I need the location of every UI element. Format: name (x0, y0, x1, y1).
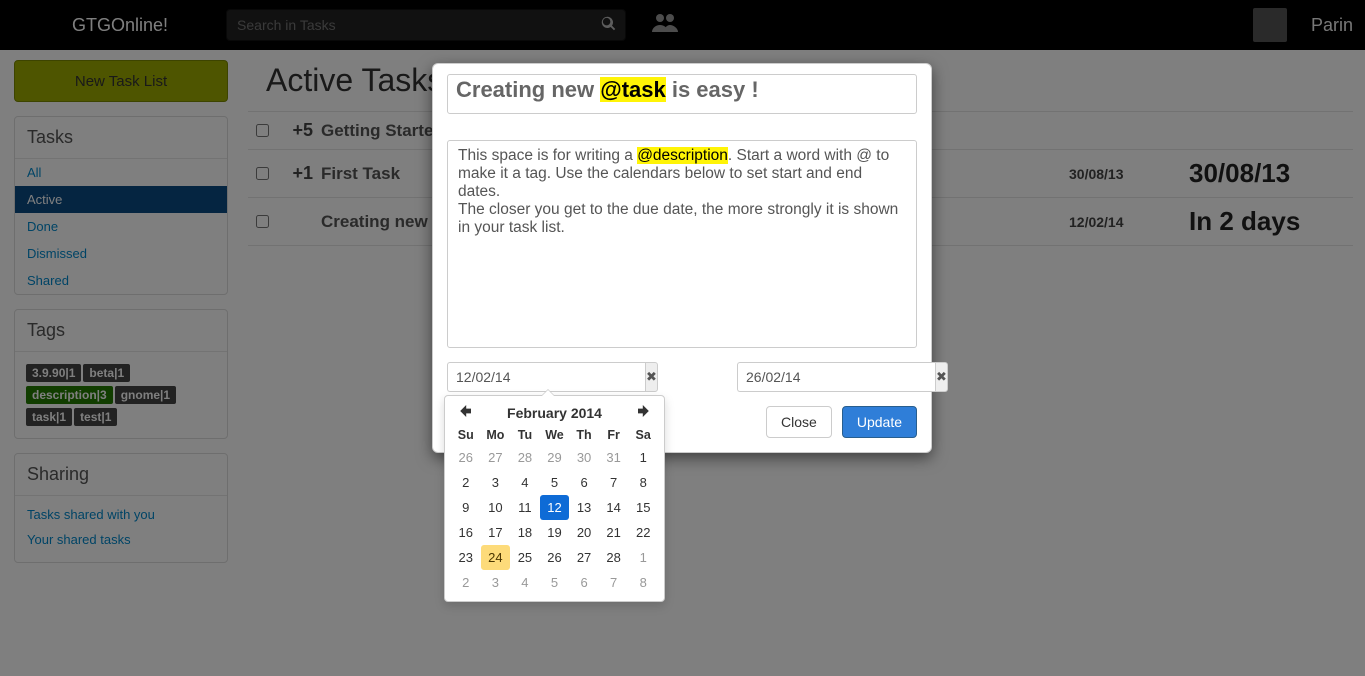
datepicker-day[interactable]: 9 (451, 495, 481, 520)
datepicker-day[interactable]: 25 (510, 545, 540, 570)
datepicker-day[interactable]: 1 (628, 445, 658, 470)
datepicker-day[interactable]: 15 (628, 495, 658, 520)
datepicker-day[interactable]: 27 (481, 445, 511, 470)
datepicker-day[interactable]: 13 (569, 495, 599, 520)
end-date-input[interactable] (737, 362, 935, 392)
datepicker-dow: Th (569, 425, 599, 445)
datepicker-dow: Sa (628, 425, 658, 445)
datepicker-day[interactable]: 1 (628, 545, 658, 570)
datepicker-dow: We (540, 425, 570, 445)
datepicker-dow: Tu (510, 425, 540, 445)
datepicker-day[interactable]: 21 (599, 520, 629, 545)
desc-line2: The closer you get to the due date, the … (458, 201, 898, 236)
datepicker-day[interactable]: 28 (599, 545, 629, 570)
datepicker-day[interactable]: 14 (599, 495, 629, 520)
datepicker-day[interactable]: 7 (599, 470, 629, 495)
datepicker-day[interactable]: 18 (510, 520, 540, 545)
title-tag: @task (600, 77, 665, 102)
task-title-input[interactable]: Creating new @task is easy ! (447, 74, 917, 114)
next-month-icon[interactable] (634, 404, 654, 421)
datepicker-day[interactable]: 24 (481, 545, 511, 570)
datepicker-day[interactable]: 19 (540, 520, 570, 545)
datepicker-day[interactable]: 4 (510, 470, 540, 495)
datepicker-day[interactable]: 8 (628, 470, 658, 495)
datepicker-day[interactable]: 5 (540, 470, 570, 495)
datepicker-day[interactable]: 16 (451, 520, 481, 545)
start-date-group: ✖ (447, 362, 627, 392)
datepicker-day[interactable]: 29 (540, 445, 570, 470)
datepicker-day[interactable]: 6 (569, 570, 599, 595)
datepicker-day[interactable]: 8 (628, 570, 658, 595)
end-date-clear-button[interactable]: ✖ (935, 362, 948, 392)
desc-tag: @description (637, 147, 728, 164)
end-date-group: ✖ (737, 362, 917, 392)
datepicker-day[interactable]: 23 (451, 545, 481, 570)
datepicker-day[interactable]: 4 (510, 570, 540, 595)
datepicker-day[interactable]: 11 (510, 495, 540, 520)
datepicker-day[interactable]: 5 (540, 570, 570, 595)
datepicker-day[interactable]: 3 (481, 570, 511, 595)
datepicker-day[interactable]: 30 (569, 445, 599, 470)
datepicker-title[interactable]: February 2014 (475, 405, 634, 421)
datepicker-day[interactable]: 26 (540, 545, 570, 570)
datepicker-day[interactable]: 10 (481, 495, 511, 520)
datepicker-day[interactable]: 28 (510, 445, 540, 470)
desc-pre: This space is for writing a (458, 147, 637, 164)
title-post: is easy ! (666, 77, 759, 102)
datepicker-dow: Su (451, 425, 481, 445)
datepicker-dow: Mo (481, 425, 511, 445)
title-pre: Creating new (456, 77, 600, 102)
datepicker-day[interactable]: 26 (451, 445, 481, 470)
datepicker-day[interactable]: 20 (569, 520, 599, 545)
datepicker-day[interactable]: 2 (451, 470, 481, 495)
datepicker-day[interactable]: 17 (481, 520, 511, 545)
datepicker-day[interactable]: 6 (569, 470, 599, 495)
start-date-clear-button[interactable]: ✖ (645, 362, 658, 392)
close-button[interactable]: Close (766, 406, 832, 438)
datepicker-day[interactable]: 12 (540, 495, 570, 520)
start-date-input[interactable] (447, 362, 645, 392)
datepicker: February 2014 SuMoTuWeThFrSa 26272829303… (444, 395, 665, 602)
prev-month-icon[interactable] (455, 404, 475, 421)
datepicker-day[interactable]: 22 (628, 520, 658, 545)
datepicker-day[interactable]: 2 (451, 570, 481, 595)
datepicker-dow: Fr (599, 425, 629, 445)
datepicker-day[interactable]: 31 (599, 445, 629, 470)
datepicker-day[interactable]: 7 (599, 570, 629, 595)
datepicker-day[interactable]: 27 (569, 545, 599, 570)
update-button[interactable]: Update (842, 406, 917, 438)
task-description-input[interactable]: This space is for writing a @description… (447, 140, 917, 348)
datepicker-day[interactable]: 3 (481, 470, 511, 495)
